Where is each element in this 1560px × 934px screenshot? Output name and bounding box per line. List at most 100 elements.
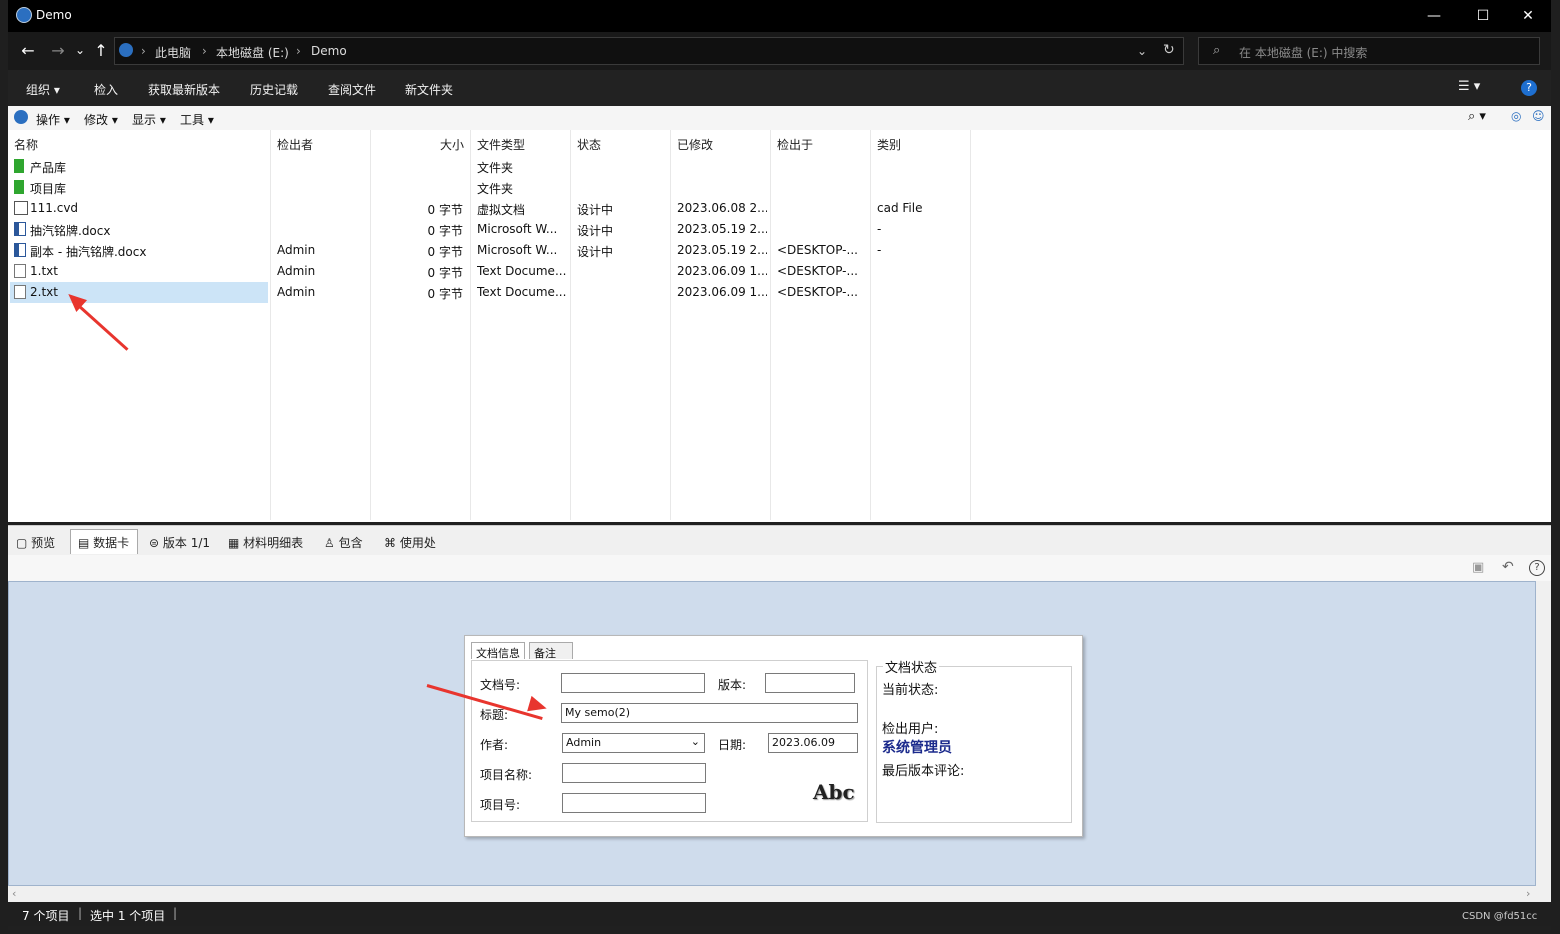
cell-type: Microsoft W... <box>477 222 558 236</box>
cell-type: 虚拟文档 <box>477 203 526 217</box>
minimize-button[interactable]: — <box>1411 0 1457 32</box>
recent-dropdown-button[interactable]: ⌄ <box>70 40 90 60</box>
cell-checkout-at: <DESKTOP-... <box>777 264 858 278</box>
search-icon: ⌕ <box>1213 43 1221 58</box>
breadcrumb-this-pc[interactable]: 此电脑 <box>155 44 191 61</box>
table-row[interactable]: 111.cvd 0 字节 虚拟文档 设计中 2023.06.08 2... cad Fil… <box>8 198 1551 219</box>
card-tab-notes[interactable]: 备注 <box>529 642 573 660</box>
last-comment-label: 最后版本评论: <box>882 764 965 779</box>
datacard-help-icon[interactable]: ? <box>1529 560 1545 576</box>
preview-icon: ▢ <box>16 536 28 550</box>
cell-modified: 2023.05.19 2... <box>677 222 767 236</box>
maximize-button[interactable]: ☐ <box>1460 0 1506 32</box>
view-options-icon[interactable]: ☰ ▾ <box>1458 79 1480 94</box>
column-header-name[interactable]: 名称 <box>14 136 38 153</box>
card-tab-doc-info[interactable]: 文档信息 <box>471 642 525 660</box>
abc-logo: Abc <box>813 780 855 804</box>
address-bar[interactable]: › 此电脑 › 本地磁盘 (E:) › Demo ⌄ ↻ <box>114 37 1184 65</box>
table-row[interactable]: 产品库 文件夹 <box>8 156 1551 177</box>
column-header-type[interactable]: 文件类型 <box>477 136 525 153</box>
cell-state: 设计中 <box>577 245 614 259</box>
up-button[interactable]: ↑ <box>91 40 111 60</box>
column-header-checkout-by[interactable]: 检出者 <box>277 136 313 153</box>
author-label: 作者: <box>480 738 509 752</box>
save-icon[interactable]: ▣ <box>1472 560 1484 575</box>
table-row[interactable]: 抽汽铭牌.docx 0 字节 Microsoft W... 设计中 2023.05.19… <box>8 219 1551 240</box>
horizontal-scrollbar[interactable]: ‹ › <box>8 886 1551 902</box>
cell-checkout-by: Admin <box>277 285 316 299</box>
breadcrumb-separator-icon: › <box>141 44 146 58</box>
organize-menu[interactable]: 组织 ▾ <box>26 81 60 98</box>
table-row[interactable]: 副本 - 抽汽铭牌.docx Admin 0 字节 Microsoft W... 设计中… <box>8 240 1551 261</box>
cell-checkout-by: Admin <box>277 264 316 278</box>
help-icon[interactable]: ? <box>1521 80 1537 96</box>
tools-menu[interactable]: 工具 ▾ <box>180 111 214 128</box>
vault-view-icon[interactable]: ◎ <box>1511 109 1521 123</box>
status-divider: | <box>173 906 178 920</box>
status-bar: 7 个项目 | 选中 1 个项目 | CSDN @fd51cc <box>8 902 1551 926</box>
address-dropdown-icon[interactable]: ⌄ <box>1137 44 1147 58</box>
author-select[interactable]: Admin ⌄ <box>562 733 705 753</box>
undo-icon[interactable]: ↶ <box>1502 559 1514 575</box>
virtual-doc-icon <box>14 201 28 215</box>
date-input[interactable]: 2023.06.09 <box>768 733 858 753</box>
get-latest-button[interactable]: 获取最新版本 <box>148 81 220 98</box>
cell-category: - <box>877 222 882 236</box>
zoom-icon[interactable]: ⌕ ▾ <box>1468 109 1486 124</box>
history-button[interactable]: 历史记载 <box>250 81 298 98</box>
table-row[interactable]: 项目库 文件夹 <box>8 177 1551 198</box>
item-count: 7 个项目 <box>22 909 70 923</box>
breadcrumb-local-disk[interactable]: 本地磁盘 (E:) <box>216 44 289 61</box>
column-header-checkout-at[interactable]: 检出于 <box>777 136 813 153</box>
vertical-scrollbar[interactable] <box>1536 581 1551 886</box>
version-label: 版本: <box>718 678 747 692</box>
chevron-down-icon: ⌄ <box>690 735 700 748</box>
tab-contains[interactable]: ♙ 包含 <box>324 534 363 551</box>
command-bar: 组织 ▾ 检入 获取最新版本 历史记载 查阅文件 新文件夹 ☰ ▾ ? <box>8 70 1551 106</box>
text-file-icon <box>14 264 26 278</box>
column-header-size[interactable]: 大小 <box>440 136 464 153</box>
search-box[interactable]: ⌕ 在 本地磁盘 (E:) 中搜索 <box>1198 37 1540 65</box>
forward-button[interactable]: → <box>48 40 68 60</box>
project-name-input[interactable] <box>562 763 706 783</box>
modify-menu[interactable]: 修改 ▾ <box>84 111 118 128</box>
column-header-modified[interactable]: 已修改 <box>677 136 713 153</box>
project-no-input[interactable] <box>562 793 706 813</box>
cell-type: Text Docume... <box>477 264 567 278</box>
cell-modified: 2023.06.08 2... <box>677 201 767 215</box>
cell-size: 0 字节 <box>427 224 463 238</box>
tab-datacard[interactable]: ▤ 数据卡 <box>78 534 129 551</box>
table-row[interactable]: 1.txt Admin 0 字节 Text Docume... 2023.06.09 1… <box>8 261 1551 282</box>
refresh-icon[interactable]: ↻ <box>1163 42 1175 58</box>
tab-version[interactable]: ⊜ 版本 1/1 <box>149 534 210 551</box>
word-doc-icon <box>14 243 26 257</box>
scroll-right-icon[interactable]: › <box>1526 887 1530 900</box>
title-bar: Demo — ☐ ✕ <box>8 0 1551 32</box>
table-row[interactable]: 2.txt Admin 0 字节 Text Docume... 2023.06.09 1… <box>8 282 1551 303</box>
tab-preview[interactable]: ▢ 预览 <box>16 534 55 551</box>
back-button[interactable]: ← <box>18 40 38 60</box>
title-input[interactable]: My semo(2) <box>561 703 858 723</box>
close-button[interactable]: ✕ <box>1505 0 1551 32</box>
column-header-category[interactable]: 类别 <box>877 136 901 153</box>
checkout-user-value: 系统管理员 <box>882 740 952 756</box>
cell-modified: 2023.06.09 1... <box>677 285 767 299</box>
tab-bom[interactable]: ▦ 材料明细表 <box>228 534 303 551</box>
display-menu[interactable]: 显示 ▾ <box>132 111 166 128</box>
tab-where-used[interactable]: ⌘ 使用处 <box>384 534 436 551</box>
version-input[interactable] <box>765 673 855 693</box>
doc-no-input[interactable] <box>561 673 705 693</box>
breadcrumb-demo[interactable]: Demo <box>311 44 347 58</box>
cell-state: 设计中 <box>577 224 614 238</box>
cell-name: 产品库 <box>30 161 67 175</box>
cell-size: 0 字节 <box>427 266 463 280</box>
scroll-left-icon[interactable]: ‹ <box>12 887 16 900</box>
cell-type: Text Docume... <box>477 285 567 299</box>
new-folder-button[interactable]: 新文件夹 <box>405 81 453 98</box>
version-icon: ⊜ <box>149 536 160 550</box>
column-header-state[interactable]: 状态 <box>577 136 601 153</box>
checkin-button[interactable]: 检入 <box>94 81 118 98</box>
view-file-button[interactable]: 查阅文件 <box>328 81 376 98</box>
user-icon[interactable]: ☺ <box>1532 109 1545 123</box>
actions-menu[interactable]: 操作 ▾ <box>36 111 70 128</box>
